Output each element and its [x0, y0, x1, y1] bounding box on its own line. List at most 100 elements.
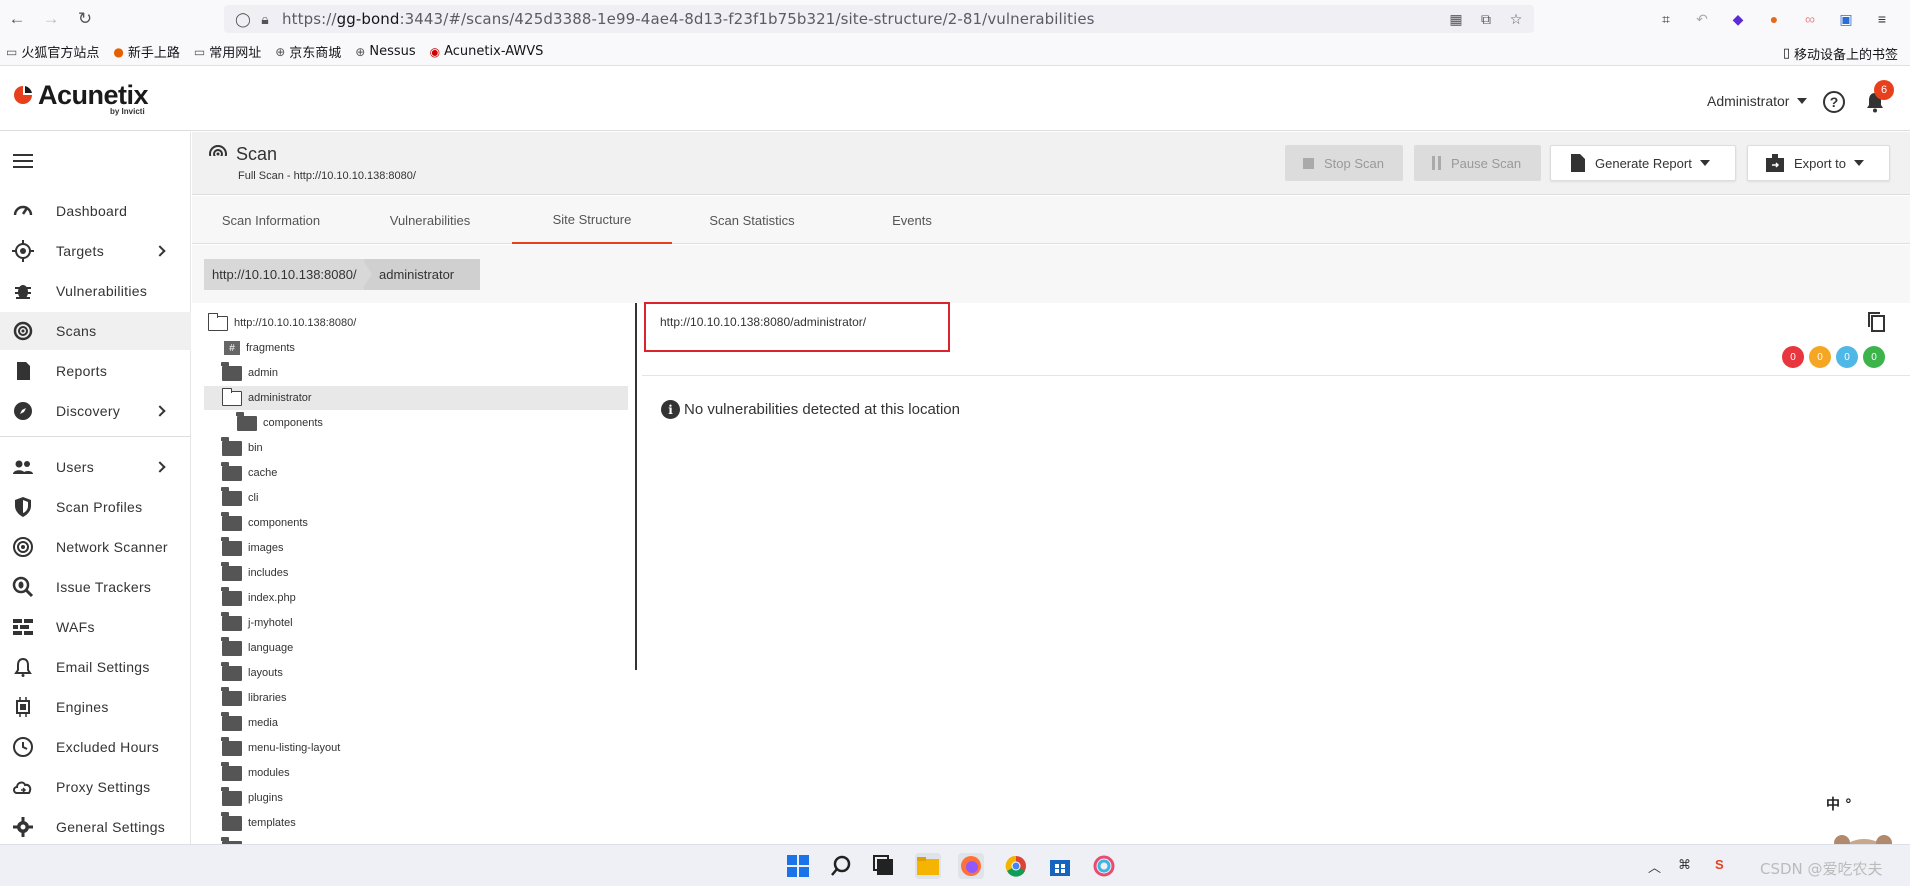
sidebar-item-excluded-hours[interactable]: Excluded Hours: [0, 728, 191, 766]
export-to-button[interactable]: Export to: [1747, 145, 1890, 181]
bookmark-item[interactable]: ● 新手上路: [113, 42, 180, 62]
sidebar-item-proxy-settings[interactable]: Proxy Settings: [0, 768, 191, 806]
notification-badge[interactable]: 6: [1874, 80, 1894, 100]
bookmark-item[interactable]: ⊕ 京东商城: [275, 42, 341, 62]
watermark: CSDN @爱吃农夫: [1760, 860, 1883, 878]
tree-root[interactable]: http://10.10.10.138:8080/: [204, 311, 628, 335]
chrome-icon[interactable]: [1003, 853, 1029, 879]
sidebar-item-general-settings[interactable]: General Settings: [0, 808, 191, 846]
tree-item[interactable]: components: [204, 511, 628, 535]
tree-item[interactable]: components: [204, 411, 628, 435]
bookmark-item[interactable]: ▭ 常用网址: [194, 42, 261, 62]
file-explorer-icon[interactable]: [915, 853, 941, 879]
pane-splitter[interactable]: [635, 303, 637, 670]
tab-scan-statistics[interactable]: Scan Statistics: [672, 196, 832, 244]
menu-overflow-icon[interactable]: ≡: [1871, 8, 1893, 30]
sidebar-item-wafs[interactable]: WAFs: [0, 608, 191, 646]
acunetix-logo[interactable]: Acunetix: [12, 81, 149, 109]
search-icon[interactable]: [828, 853, 854, 879]
lock-icon[interactable]: 🔒︎: [254, 8, 276, 30]
tab-scan-information[interactable]: Scan Information: [192, 196, 350, 244]
breadcrumb-item-current[interactable]: administrator: [364, 259, 481, 290]
tree-item[interactable]: admin: [204, 361, 628, 385]
tree-item-partial[interactable]: [204, 836, 628, 844]
bookmark-item[interactable]: ◉ Acunetix-AWVS: [430, 44, 544, 59]
tree-item[interactable]: includes: [204, 561, 628, 585]
stop-scan-button[interactable]: Stop Scan: [1285, 145, 1403, 181]
bookmark-item[interactable]: ⊕ Nessus: [355, 44, 415, 59]
sidebar-item-engines[interactable]: Engines: [0, 688, 191, 726]
sidebar-item-email-settings[interactable]: Email Settings: [0, 648, 191, 686]
shield-tracking-icon[interactable]: ◯: [232, 8, 254, 30]
reload-icon[interactable]: ↻: [68, 0, 102, 38]
tray-chevron-up-icon[interactable]: ︿: [1648, 857, 1661, 876]
tab-events[interactable]: Events: [832, 196, 992, 244]
tree-item[interactable]: menu-listing-layout: [204, 736, 628, 760]
copy-icon[interactable]: [1866, 311, 1888, 333]
windows-start-icon[interactable]: [785, 853, 811, 879]
sidebar-item-vulnerabilities[interactable]: Vulnerabilities: [0, 272, 191, 310]
sidebar-item-dashboard[interactable]: Dashboard: [0, 192, 191, 230]
sidebar-item-label: Targets: [56, 243, 105, 259]
sidebar-item-scans[interactable]: Scans: [0, 312, 191, 350]
bookmark-star-icon[interactable]: ☆: [1506, 8, 1526, 30]
tree-item[interactable]: language: [204, 636, 628, 660]
tree-item[interactable]: # fragments: [204, 336, 628, 360]
translate-icon[interactable]: ⧉: [1476, 8, 1496, 30]
sidebar-item-discovery[interactable]: Discovery: [0, 392, 191, 430]
hamburger-menu-icon[interactable]: [13, 154, 33, 168]
radar-icon: [208, 145, 228, 164]
bookmark-item[interactable]: ▭ 火狐官方站点: [6, 42, 99, 62]
help-icon[interactable]: ?: [1823, 91, 1845, 113]
qr-code-icon[interactable]: ▦: [1446, 8, 1466, 30]
tree-item[interactable]: libraries: [204, 686, 628, 710]
tree-item[interactable]: j-myhotel: [204, 611, 628, 635]
globe-icon: ⊕: [275, 44, 286, 59]
tree-item[interactable]: plugins: [204, 786, 628, 810]
sidebar-item-users[interactable]: Users: [0, 448, 191, 486]
tree-item[interactable]: media: [204, 711, 628, 735]
sidebar-item-targets[interactable]: Targets: [0, 232, 191, 270]
breadcrumb-item-root[interactable]: http://10.10.10.138:8080/: [204, 259, 365, 290]
user-menu[interactable]: Administrator: [1707, 93, 1808, 109]
tray-app-icon[interactable]: S: [1715, 857, 1724, 872]
tree-item[interactable]: layouts: [204, 661, 628, 685]
tree-item[interactable]: templates: [204, 811, 628, 835]
firefox-icon[interactable]: [958, 853, 984, 879]
back-arrow-icon[interactable]: ←: [0, 0, 34, 38]
app-rainbow-icon[interactable]: [1091, 853, 1117, 879]
sidebar-item-issue-trackers[interactable]: Issue Trackers: [0, 568, 191, 606]
tree-item[interactable]: cli: [204, 486, 628, 510]
tab-site-structure[interactable]: Site Structure: [512, 196, 672, 244]
extension-purple-icon[interactable]: ◆: [1727, 8, 1749, 30]
sidebar-item-network-scanner[interactable]: Network Scanner: [0, 528, 191, 566]
mobile-bookmarks[interactable]: ▯ 移动设备上的书签: [1783, 44, 1898, 63]
extension-link-icon[interactable]: ∞: [1799, 8, 1821, 30]
tree-item[interactable]: modules: [204, 761, 628, 785]
clock-icon: [13, 737, 33, 757]
extension-ball-icon[interactable]: ●: [1763, 8, 1785, 30]
ime-indicator[interactable]: 中 °: [1826, 794, 1852, 814]
tab-vulnerabilities[interactable]: Vulnerabilities: [350, 196, 510, 244]
task-view-icon[interactable]: [871, 853, 897, 879]
tree-item-selected[interactable]: administrator: [204, 386, 628, 410]
tree-item[interactable]: bin: [204, 436, 628, 460]
forward-arrow-icon[interactable]: →: [34, 0, 68, 38]
tree-item[interactable]: cache: [204, 461, 628, 485]
url-text[interactable]: https://gg-bond:3443/#/scans/425d3388-1e…: [282, 10, 1095, 28]
sidebar-item-reports[interactable]: Reports: [0, 352, 191, 390]
sidebar-item-scan-profiles[interactable]: Scan Profiles: [0, 488, 191, 526]
tray-network-icon[interactable]: ⌘: [1678, 857, 1691, 873]
address-bar[interactable]: ◯ 🔒︎ https://gg-bond:3443/#/scans/425d33…: [224, 5, 1534, 33]
sidebar-item-label: Scans: [56, 323, 97, 339]
pause-scan-button[interactable]: Pause Scan: [1414, 145, 1541, 181]
translate-extension-icon[interactable]: ▣: [1835, 8, 1857, 30]
store-icon[interactable]: [1047, 853, 1073, 879]
undo-icon[interactable]: ↶: [1691, 8, 1713, 30]
generate-report-button[interactable]: Generate Report: [1550, 145, 1736, 181]
tree-item[interactable]: images: [204, 536, 628, 560]
report-icon: [1571, 154, 1585, 172]
crop-icon[interactable]: ⌗: [1655, 8, 1677, 30]
info-severity-count: 0: [1863, 346, 1885, 368]
tree-item[interactable]: index.php: [204, 586, 628, 610]
